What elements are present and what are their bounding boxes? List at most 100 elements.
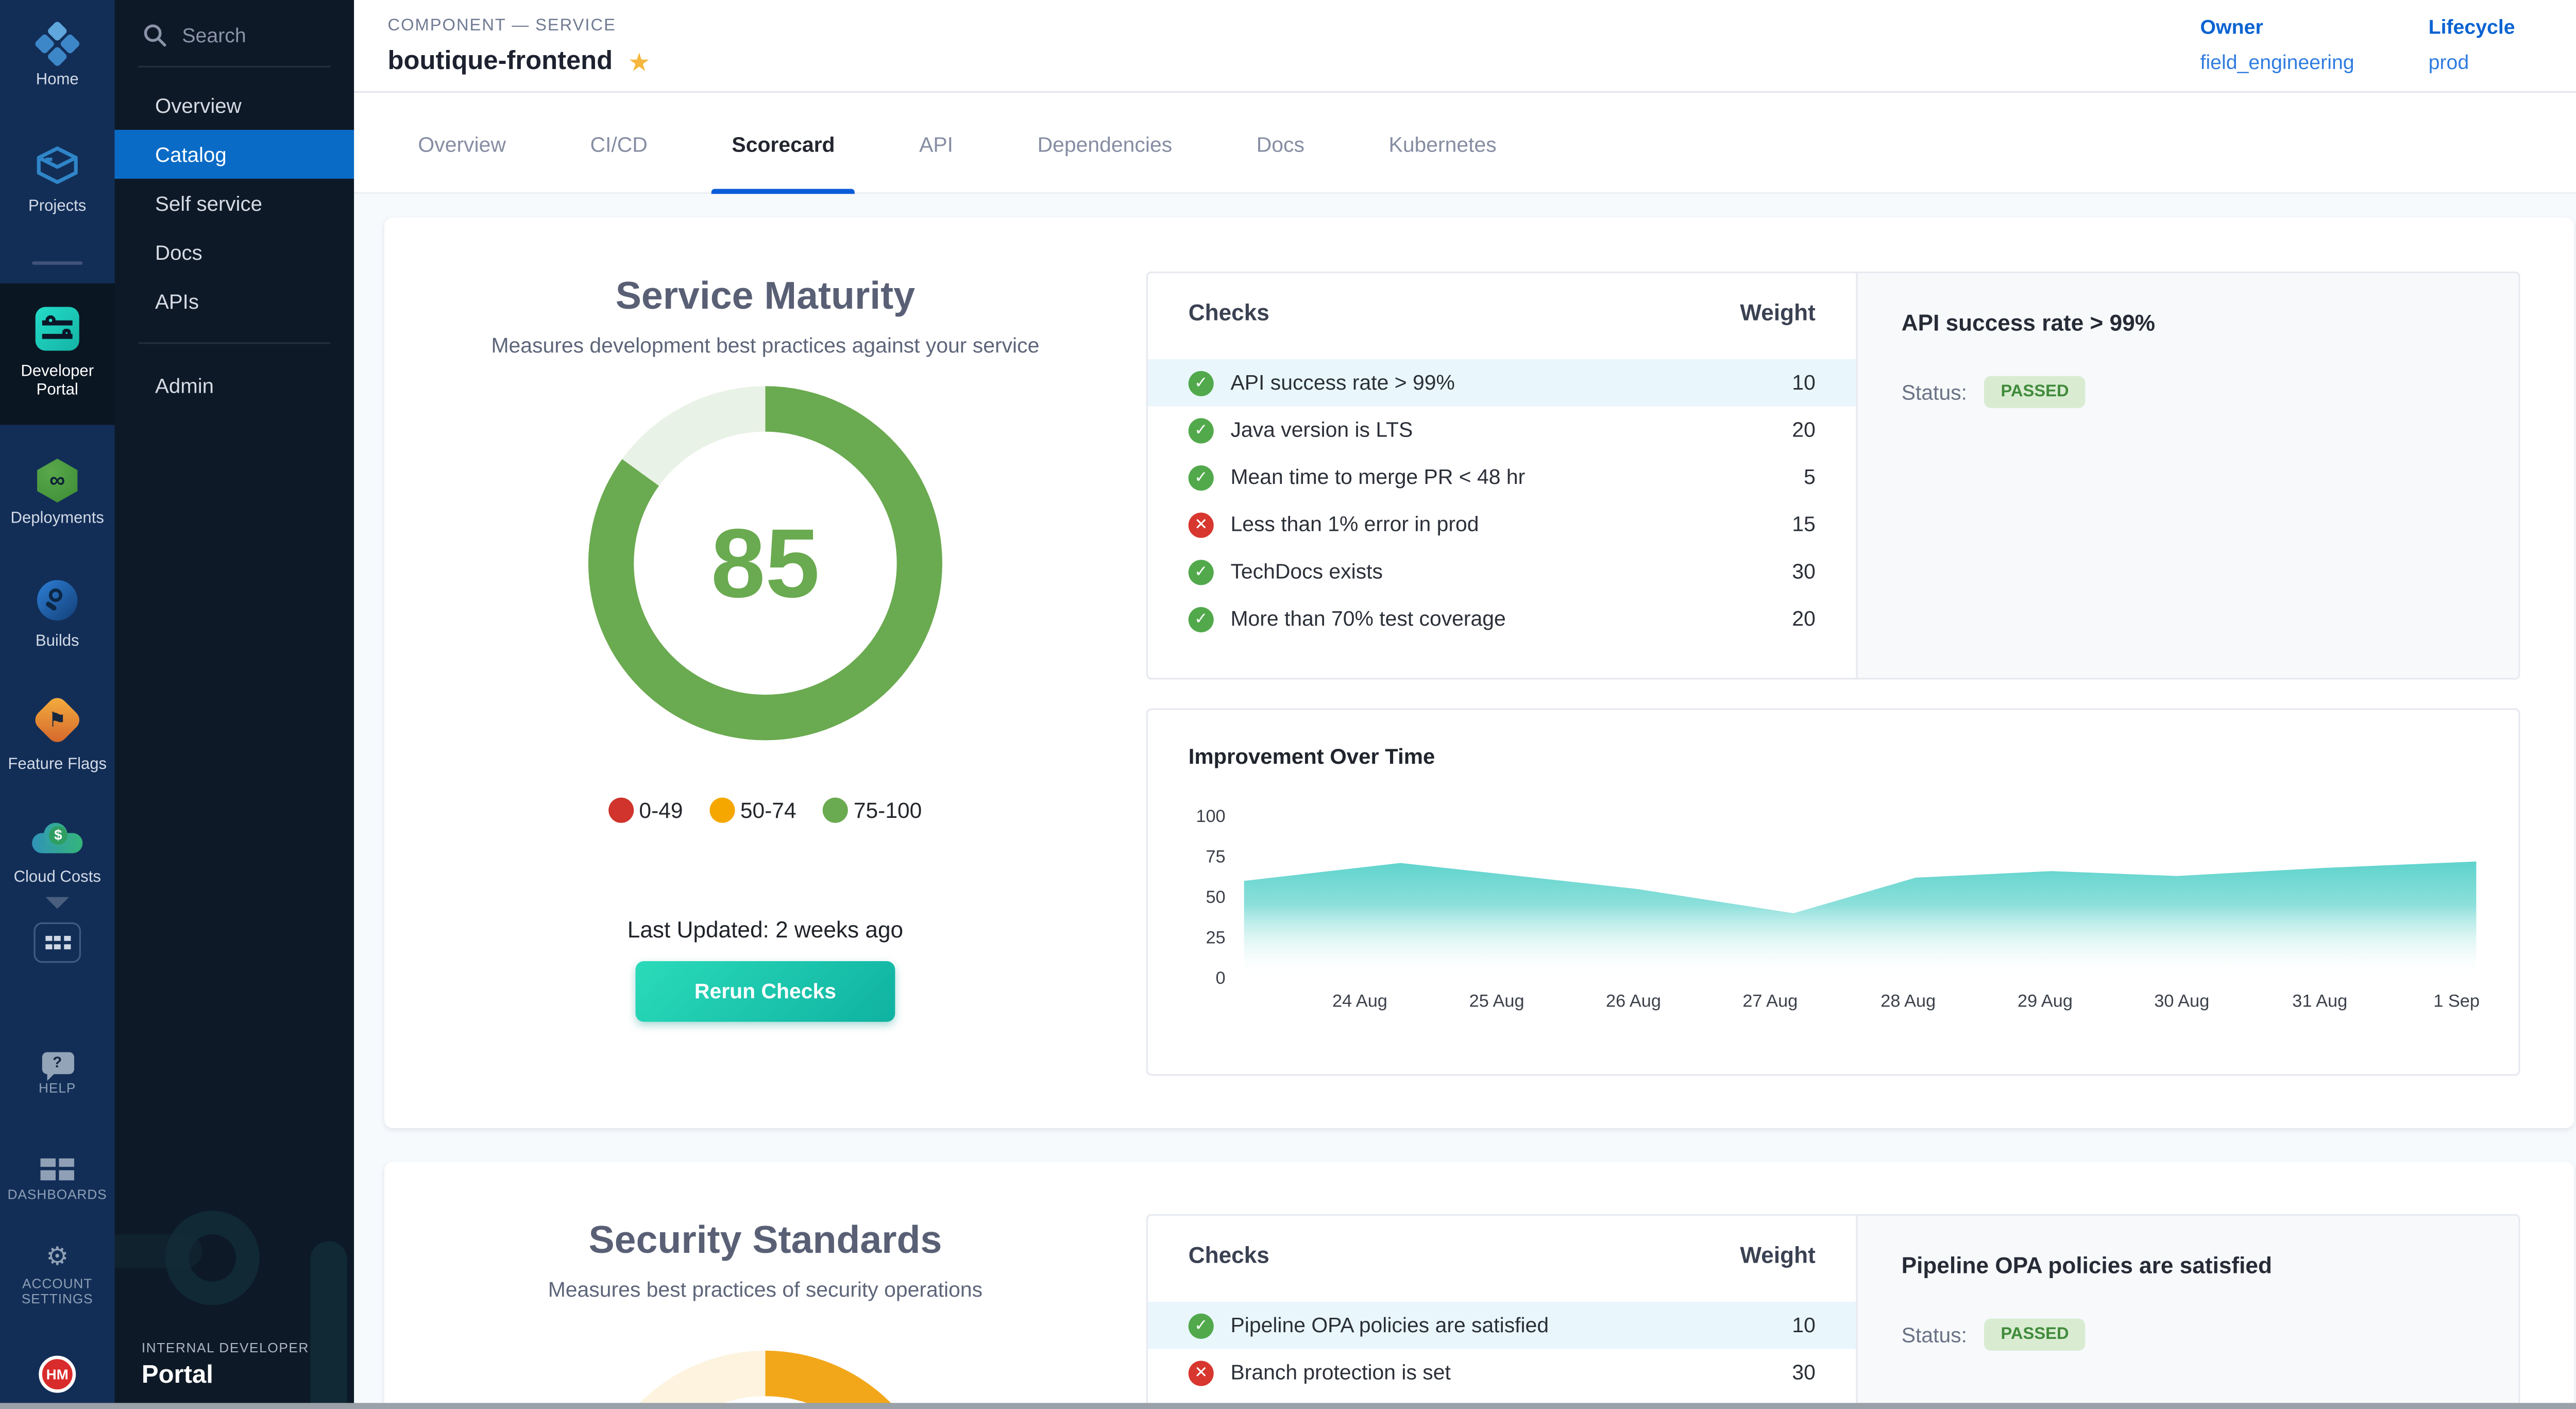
svg-text:25 Aug: 25 Aug — [1469, 991, 1524, 1011]
sidebar-item-account-settings[interactable]: ⚙ ACCOUNT SETTINGS — [0, 1245, 114, 1307]
rerun-checks-button[interactable]: Rerun Checks — [636, 961, 895, 1022]
check-label: Java version is LTS — [1230, 418, 1413, 442]
tab-overview[interactable]: Overview — [418, 93, 505, 192]
area-chart: 025507510024 Aug25 Aug26 Aug27 Aug28 Aug… — [1148, 787, 2518, 1076]
dashboards-icon — [41, 1158, 74, 1180]
sidebar-item-apis[interactable]: APIs — [114, 277, 354, 326]
sidebar-item-home[interactable]: Home — [0, 24, 114, 90]
sidebar-item-projects[interactable]: Projects — [0, 145, 114, 215]
search-icon — [142, 22, 167, 47]
svg-text:24 Aug: 24 Aug — [1332, 991, 1387, 1011]
builds-label: Builds — [0, 632, 114, 651]
check-weight: 20 — [1792, 418, 1815, 442]
svg-text:0: 0 — [1216, 968, 1226, 988]
score-donut: 85 — [588, 386, 942, 740]
sidebar-item-help[interactable]: ? HELP — [0, 1052, 114, 1096]
checks-column-header: Checks — [1189, 1243, 1269, 1268]
tab-ci-cd[interactable]: CI/CD — [590, 93, 647, 192]
svg-text:31 Aug: 31 Aug — [2292, 991, 2347, 1011]
check-passed-icon: ✓ — [1189, 1313, 1214, 1338]
scorecard-card-security-standards: Security Standards Measures best practic… — [384, 1162, 2574, 1409]
legend-dot — [710, 798, 735, 823]
svg-text:75: 75 — [1206, 847, 1225, 867]
owner-link[interactable]: field_engineering — [2200, 51, 2354, 74]
sidebar-item-self-service[interactable]: Self service — [114, 179, 354, 228]
check-row[interactable]: ✓Pipeline OPA policies are satisfied10 — [1148, 1302, 1856, 1349]
account-settings-label: ACCOUNT SETTINGS — [0, 1277, 114, 1307]
scorecard-subtitle: Measures development best practices agai… — [384, 334, 1146, 358]
sidebar-item-developer-portal[interactable]: Developer Portal — [0, 283, 114, 425]
check-row[interactable]: ✓TechDocs exists30 — [1148, 548, 1856, 595]
sidebar-item-builds[interactable]: Builds — [0, 580, 114, 651]
check-weight: 30 — [1792, 560, 1815, 583]
checks-table: Checks Weight ✓Pipeline OPA policies are… — [1148, 1216, 1856, 1409]
sidebar-item-overview[interactable]: Overview — [114, 81, 354, 130]
check-row[interactable]: ✕Less than 1% error in prod15 — [1148, 501, 1856, 548]
tab-scorecard[interactable]: Scorecard — [732, 93, 835, 192]
check-row[interactable]: ✓API success rate > 99%10 — [1148, 359, 1856, 407]
projects-label: Projects — [0, 197, 114, 216]
tab-kubernetes[interactable]: Kubernetes — [1389, 93, 1497, 192]
module-selector-button[interactable] — [0, 922, 114, 963]
sidebar-item-catalog[interactable]: Catalog — [114, 130, 354, 179]
cloud-costs-icon: $ — [32, 823, 82, 857]
weight-column-header: Weight — [1740, 1243, 1815, 1268]
tab-docs[interactable]: Docs — [1257, 93, 1304, 192]
deployments-label: Deployments — [0, 509, 114, 528]
chevron-down-icon — [45, 897, 69, 909]
svg-text:26 Aug: 26 Aug — [1606, 991, 1661, 1011]
check-passed-icon: ✓ — [1189, 370, 1214, 395]
owner-label: Owner — [2200, 15, 2354, 39]
svg-text:50: 50 — [1206, 887, 1225, 907]
tab-api[interactable]: API — [919, 93, 953, 192]
star-icon[interactable]: ★ — [628, 49, 651, 78]
portal-branding-kicker: INTERNAL DEVELOPER — [142, 1340, 309, 1355]
improvement-chart-panel: Improvement Over Time 025507510024 Aug25… — [1146, 708, 2520, 1076]
sidebar-item-cloud-costs[interactable]: $ Cloud Costs — [0, 823, 114, 887]
check-weight: 10 — [1792, 1314, 1815, 1337]
check-detail-title: Pipeline OPA policies are satisfied — [1902, 1253, 2475, 1278]
lifecycle-value[interactable]: prod — [2429, 51, 2515, 74]
main-area: COMPONENT — SERVICE boutique-frontend★ O… — [354, 0, 2576, 1409]
checks-table: Checks Weight ✓API success rate > 99%10✓… — [1148, 273, 1856, 678]
svg-text:1 Sep: 1 Sep — [2433, 991, 2480, 1011]
check-row[interactable]: ✕Branch protection is set30 — [1148, 1349, 1856, 1397]
sidebar-item-docs[interactable]: Docs — [114, 228, 354, 277]
check-detail-panel: Pipeline OPA policies are satisfied Stat… — [1856, 1216, 2518, 1409]
scorecard-title: Security Standards — [384, 1217, 1146, 1263]
check-row[interactable]: ✓More than 70% test coverage20 — [1148, 595, 1856, 643]
builds-icon — [37, 580, 78, 621]
check-row[interactable]: ✓Mean time to merge PR < 48 hr5 — [1148, 454, 1856, 501]
checks-column-header: Checks — [1189, 300, 1269, 325]
score-donut — [588, 1351, 942, 1409]
legend-dot — [823, 798, 849, 823]
deployments-icon: ∞ — [36, 459, 79, 502]
scorecard-subtitle: Measures best practices of security oper… — [384, 1278, 1146, 1302]
sidebar-item-deployments[interactable]: ∞ Deployments — [0, 459, 114, 528]
status-badge: PASSED — [1984, 1319, 2086, 1351]
rail-collapse-chevron[interactable] — [0, 895, 114, 914]
check-failed-icon: ✕ — [1189, 1360, 1214, 1385]
search-input[interactable]: Search — [114, 0, 354, 66]
sidebar-item-feature-flags[interactable]: ⚑ Feature Flags — [0, 701, 114, 774]
sidebar-item-admin[interactable]: Admin — [114, 361, 354, 410]
feature-flags-icon: ⚑ — [31, 694, 83, 746]
check-detail-title: API success rate > 99% — [1902, 310, 2475, 336]
sidebar-item-dashboards[interactable]: DASHBOARDS — [0, 1153, 114, 1201]
status-label: Status: — [1902, 1323, 1967, 1347]
search-placeholder: Search — [182, 23, 246, 46]
entity-header: COMPONENT — SERVICE boutique-frontend★ O… — [354, 0, 2576, 93]
check-failed-icon: ✕ — [1189, 512, 1214, 537]
check-weight: 30 — [1792, 1361, 1815, 1384]
svg-text:30 Aug: 30 Aug — [2154, 991, 2209, 1011]
grid-icon — [33, 922, 81, 963]
portal-branding-title: Portal — [142, 1361, 309, 1389]
check-row[interactable]: ✓ Java version is LTS 20 — [1148, 407, 1856, 454]
legend-item: 75-100 — [823, 798, 922, 823]
user-avatar[interactable]: HM — [0, 1356, 114, 1393]
check-passed-icon: ✓ — [1189, 417, 1214, 443]
tab-dependencies[interactable]: Dependencies — [1038, 93, 1172, 192]
checks-panel: Checks Weight ✓API success rate > 99%10✓… — [1146, 272, 2520, 680]
check-passed-icon: ✓ — [1189, 606, 1214, 631]
app: Home Projects Developer Portal ∞ Deploym… — [0, 0, 2576, 1409]
